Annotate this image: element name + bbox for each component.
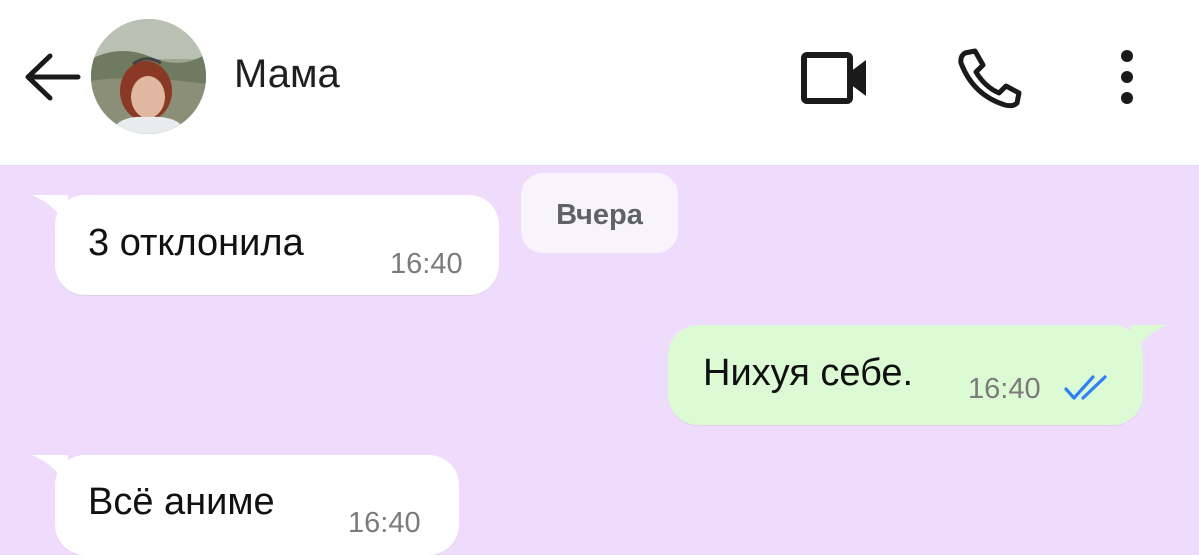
- message-time: 16:40: [390, 248, 463, 280]
- avatar[interactable]: [91, 19, 206, 134]
- message-text: Всё аниме: [88, 481, 275, 523]
- video-camera-icon: [801, 52, 866, 104]
- phone-icon: [958, 48, 1022, 109]
- message-time: 16:40: [968, 373, 1041, 405]
- arrow-left-icon: [25, 53, 81, 101]
- date-separator-label: Вчера: [556, 199, 643, 231]
- contact-photo: [91, 19, 206, 134]
- contact-name[interactable]: Мама: [234, 52, 340, 97]
- message-bubble-incoming[interactable]: Всё аниме 16:40: [55, 455, 459, 555]
- message-text: 3 отклонила: [88, 222, 304, 264]
- back-button[interactable]: [22, 50, 82, 104]
- message-bubble-outgoing[interactable]: Нихуя себе. 16:40: [668, 325, 1143, 425]
- video-call-button[interactable]: [800, 50, 870, 106]
- voice-call-button[interactable]: [955, 45, 1025, 109]
- message-time: 16:40: [348, 507, 421, 539]
- more-options-button[interactable]: [1110, 48, 1144, 106]
- double-check-icon: [1064, 375, 1107, 400]
- chat-header: Мама: [0, 0, 1199, 166]
- message-bubble-incoming[interactable]: 3 отклонила 16:40: [55, 195, 499, 295]
- date-separator: Вчера: [521, 173, 678, 253]
- more-vertical-icon: [1121, 50, 1133, 104]
- message-text: Нихуя себе.: [703, 352, 914, 394]
